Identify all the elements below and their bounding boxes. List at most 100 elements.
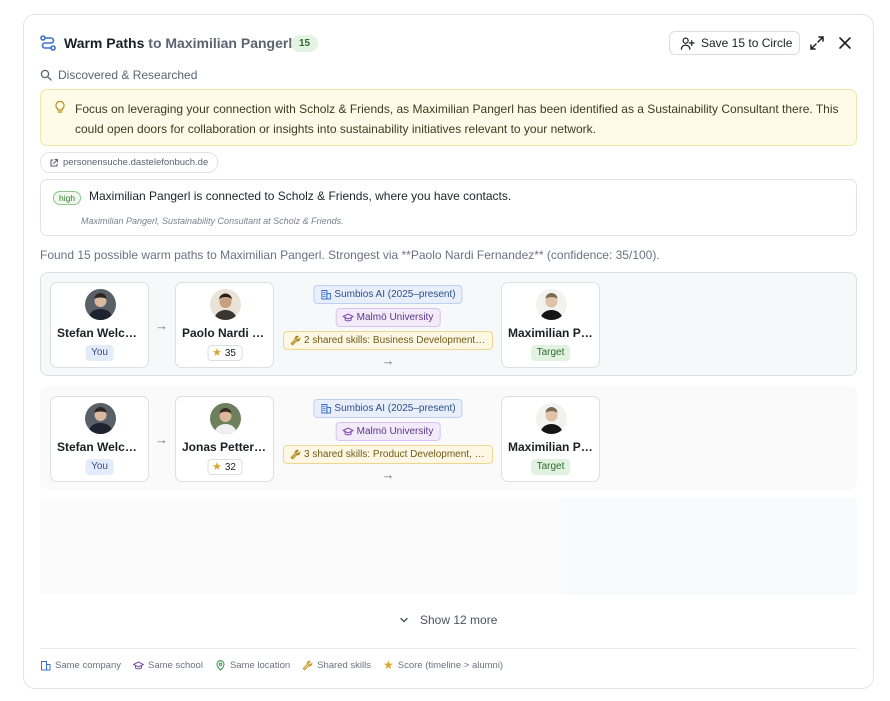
route-icon: [39, 34, 57, 52]
skills-chip-label: 2 shared skills: Business Development, S…: [304, 335, 493, 346]
company-chip-label: Sumbios AI (2025–present): [334, 289, 456, 300]
finding-card: high Maximilian Pangerl is connected to …: [40, 179, 857, 236]
warm-path-row[interactable]: Stefan Welcker You → Paolo Nardi Fernand…: [40, 272, 857, 376]
insight-box: Focus on leveraging your connection with…: [40, 89, 857, 146]
score-badge: ★ 32: [207, 459, 242, 475]
person-card-connector[interactable]: Paolo Nardi Fernandez ★35: [175, 282, 274, 368]
expand-icon: [810, 36, 824, 50]
loading-placeholder: [40, 498, 857, 595]
score-value: 32: [224, 462, 236, 473]
legend-label: Score (timeline > alumni): [397, 659, 504, 671]
person-name: Jonas Petter Lindqvist: [182, 440, 273, 454]
legend-item-skills: Shared skills: [302, 658, 371, 672]
map-pin-icon: [216, 659, 225, 671]
arrow-right-icon: →: [381, 353, 395, 368]
school-chip: Malmö University: [335, 422, 441, 441]
building-icon: [41, 660, 51, 670]
legend-label: Same school: [148, 659, 203, 671]
search-icon: [40, 69, 52, 81]
person-card-target[interactable]: Maximilian Pangerl Target: [501, 396, 600, 482]
lightbulb-icon: [55, 100, 65, 113]
show-more-label: Show 12 more: [420, 613, 498, 627]
legend-item-company: Same company: [40, 658, 121, 672]
avatar: [85, 289, 116, 320]
warm-path-row[interactable]: Stefan Welcker You → Jonas Petter Lindqv…: [40, 386, 857, 490]
star-icon: ★: [383, 658, 394, 672]
finding-subtext: Maximilian Pangerl, Sustainability Consu…: [81, 216, 344, 226]
save-button-label: Save 15 to Circle: [701, 36, 793, 50]
connection-chips: Sumbios AI (2025–present) Malmö Universi…: [283, 283, 493, 373]
star-icon: ★: [212, 347, 222, 359]
wrench-icon: [290, 335, 301, 346]
company-chip-label: Sumbios AI (2025–present): [334, 403, 456, 414]
source-link[interactable]: personensuche.dastelefonbuch.de: [40, 152, 219, 173]
page-title: Warm Paths to Maximilian Pangerl: [64, 35, 292, 51]
avatar: [210, 289, 241, 320]
graduation-cap-icon: [342, 427, 354, 436]
graduation-cap-icon: [342, 313, 354, 322]
star-icon: ★: [212, 461, 222, 473]
chevron-down-icon: [400, 617, 408, 623]
skills-chip-label: 3 shared skills: Product Development, St…: [304, 449, 493, 460]
expand-button[interactable]: [808, 34, 826, 52]
discovered-label: Discovered & Researched: [58, 68, 198, 82]
legend-label: Same location: [229, 659, 291, 671]
you-badge: You: [85, 345, 114, 361]
external-link-icon: [50, 158, 59, 167]
skills-chip: 3 shared skills: Product Development, St…: [283, 445, 493, 464]
path-count-badge: 15: [291, 35, 319, 52]
legend: Same company Same school Same location S…: [40, 658, 503, 672]
confidence-badge: high: [53, 191, 82, 205]
arrow-right-icon: →: [155, 432, 168, 447]
save-to-circle-button[interactable]: Save 15 to Circle: [669, 31, 800, 55]
arrow-right-icon: →: [155, 318, 168, 333]
you-badge: You: [85, 459, 114, 475]
title-target: to Maximilian Pangerl: [148, 35, 293, 51]
company-chip: Sumbios AI (2025–present): [313, 399, 463, 418]
target-badge: Target: [530, 459, 571, 475]
legend-label: Shared skills: [317, 659, 371, 671]
person-card-connector[interactable]: Jonas Petter Lindqvist ★32: [175, 396, 274, 482]
avatar: [536, 289, 567, 320]
person-name: Stefan Welcker: [57, 440, 143, 454]
person-card-you[interactable]: Stefan Welcker You: [50, 396, 149, 482]
person-card-you[interactable]: Stefan Welcker You: [50, 282, 149, 368]
close-icon: [839, 37, 851, 49]
person-name: Paolo Nardi Fernandez: [182, 326, 273, 340]
avatar: [85, 403, 116, 434]
person-name: Maximilian Pangerl: [508, 326, 599, 340]
school-chip: Malmö University: [335, 308, 441, 327]
target-badge: Target: [530, 345, 571, 361]
graduation-cap-icon: [133, 660, 145, 669]
paths-summary: Found 15 possible warm paths to Maximili…: [40, 248, 660, 262]
wrench-icon: [302, 660, 313, 670]
legend-item-score: ★ Score (timeline > alumni): [383, 658, 503, 672]
close-button[interactable]: [836, 34, 854, 52]
connection-chips: Sumbios AI (2025–present) Malmö Universi…: [283, 397, 493, 487]
person-name: Stefan Welcker: [57, 326, 143, 340]
arrow-right-icon: →: [381, 467, 395, 482]
wrench-icon: [290, 449, 301, 460]
person-card-target[interactable]: Maximilian Pangerl Target: [501, 282, 600, 368]
score-value: 35: [224, 348, 236, 359]
avatar: [210, 403, 241, 434]
building-icon: [321, 290, 331, 300]
insight-text: Focus on leveraging your connection with…: [75, 102, 839, 136]
title-main: Warm Paths: [64, 35, 145, 51]
divider: [40, 648, 857, 649]
source-link-label: personensuche.dastelefonbuch.de: [63, 157, 209, 168]
user-plus-icon: [680, 37, 695, 50]
legend-item-location: Same location: [215, 658, 290, 672]
score-badge: ★ 35: [207, 345, 242, 361]
legend-item-school: Same school: [133, 658, 203, 672]
person-name: Maximilian Pangerl: [508, 440, 599, 454]
company-chip: Sumbios AI (2025–present): [313, 285, 463, 304]
legend-label: Same company: [55, 659, 122, 671]
skills-chip: 2 shared skills: Business Development, S…: [283, 331, 493, 350]
show-more-button[interactable]: Show 12 more: [398, 613, 497, 627]
school-chip-label: Malmö University: [356, 426, 434, 437]
avatar: [536, 403, 567, 434]
discovered-section-header: Discovered & Researched: [40, 68, 197, 82]
building-icon: [321, 404, 331, 414]
school-chip-label: Malmö University: [356, 312, 434, 323]
